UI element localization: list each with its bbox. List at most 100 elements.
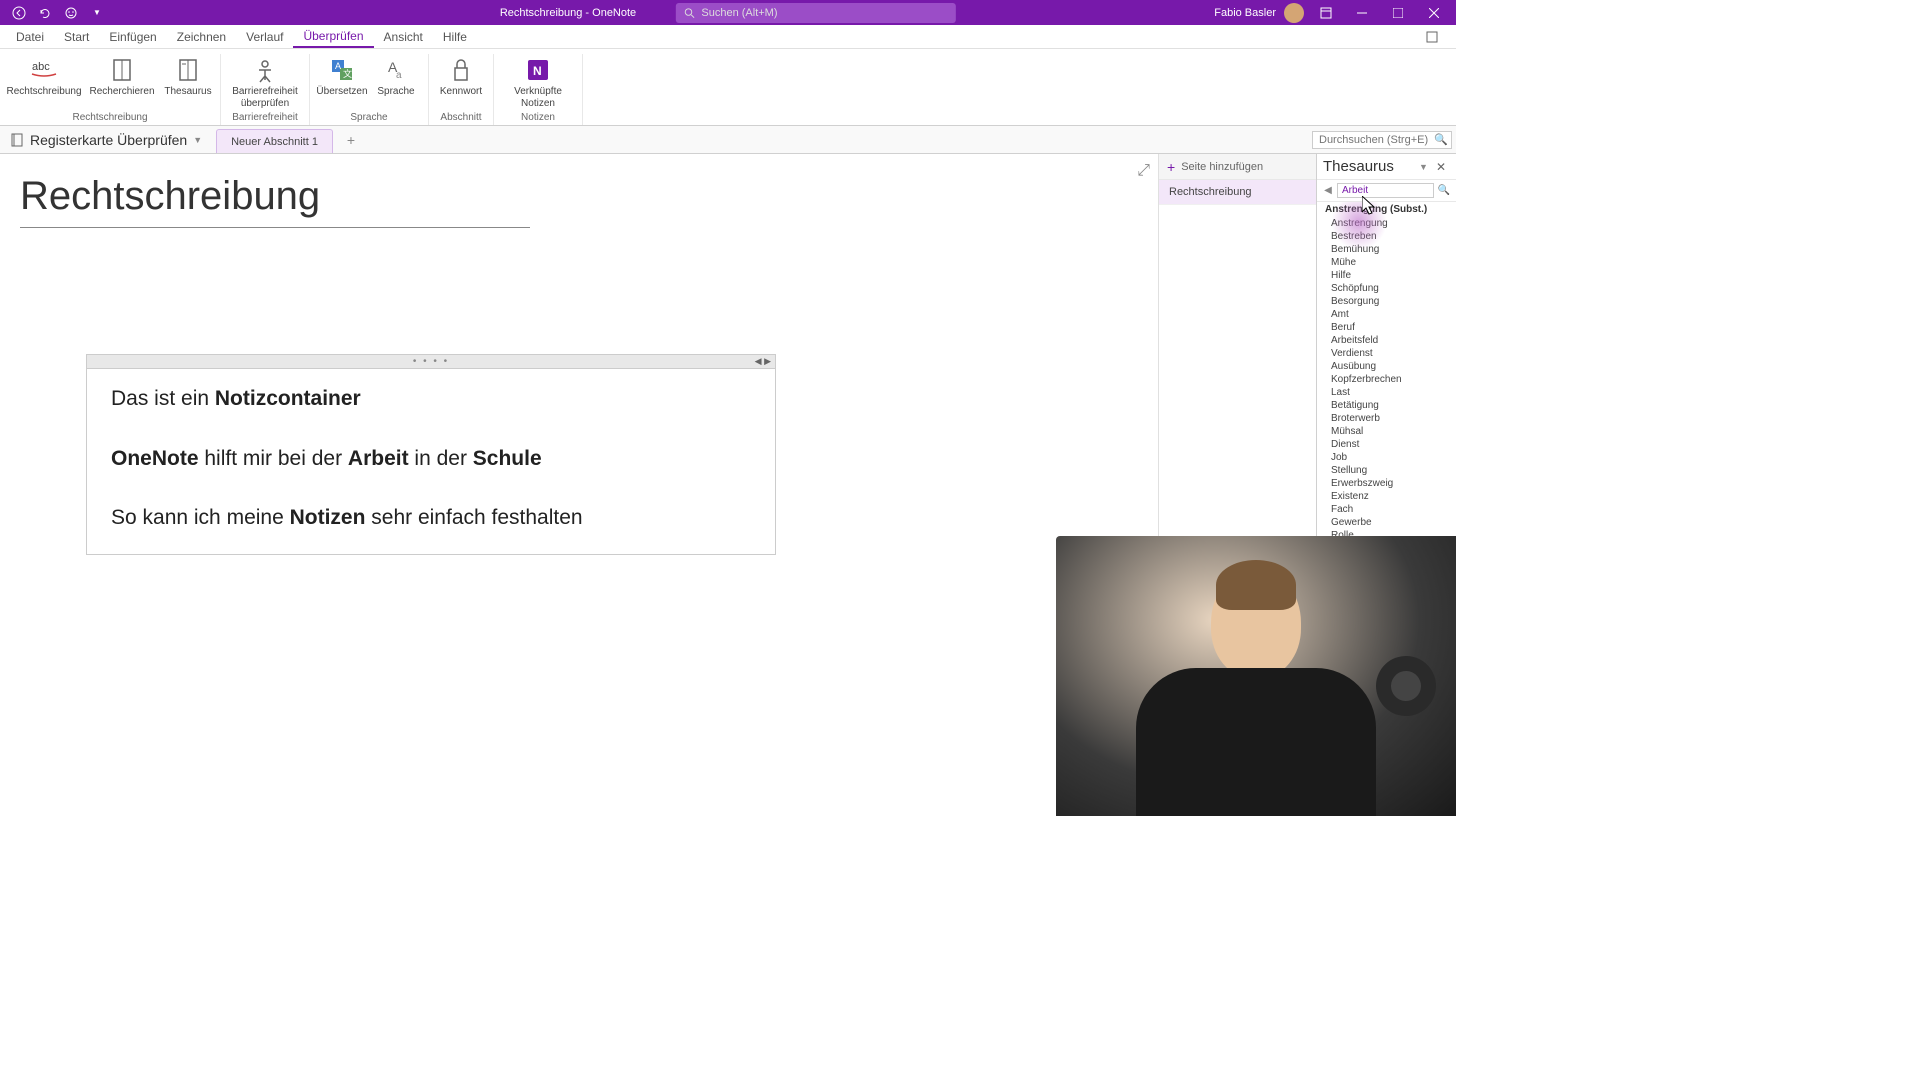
undo-icon[interactable] [38,6,52,20]
menubar-item-hilfe[interactable]: Hilfe [433,25,477,48]
pane-back-icon[interactable]: ◀ [1321,184,1335,198]
ribbon-button[interactable]: Kennwort [435,54,487,112]
canvas[interactable]: ⤢ Rechtschreibung • • • • ◀ ▶ Das ist ei… [0,154,1158,816]
lock-icon [447,56,475,84]
note-body[interactable]: Das ist ein Notizcontainer OneNote hilft… [87,369,775,554]
ribbon-group: NVerknüpfte NotizenNotizen [494,54,583,125]
thesaurus-item[interactable]: Broterwerb [1317,412,1456,425]
thesaurus-item[interactable]: Mühe [1317,256,1456,269]
ribbon-group-label: Barrierefreiheit [232,112,298,125]
avatar[interactable] [1284,3,1304,23]
abc-icon: abc [30,56,58,84]
svg-text:abc: abc [32,61,50,73]
fullscreen-icon[interactable] [1418,27,1446,47]
thesaurus-item[interactable]: Dienst [1317,438,1456,451]
add-section-button[interactable]: + [341,130,361,150]
dropdown-icon[interactable]: ▼ [90,6,104,20]
search-icon[interactable]: 🔍 [1434,133,1448,146]
resize-arrows-icon[interactable]: ◀ ▶ [755,356,771,367]
thesaurus-item[interactable]: Betätigung [1317,399,1456,412]
thesaurus-item[interactable]: Schöpfung [1317,282,1456,295]
ribbon-button[interactable]: Barrierefreiheit überprüfen [227,54,303,112]
thesaurus-item[interactable]: Amt [1317,308,1456,321]
ribbon: abcRechtschreibungRecherchierenThesaurus… [0,49,1456,126]
menubar-item-zeichnen[interactable]: Zeichnen [167,25,236,48]
menubar-item-ansicht[interactable]: Ansicht [374,25,433,48]
thesaurus-item[interactable]: Bemühung [1317,243,1456,256]
svg-text:N: N [533,64,542,78]
pane-close-icon[interactable]: ✕ [1432,160,1450,174]
page-list-item[interactable]: Rechtschreibung [1159,180,1316,205]
notebook-dropdown[interactable]: Registerkarte Überprüfen ▼ [0,132,212,148]
thesaurus-item[interactable]: Anstrengung [1317,217,1456,230]
back-icon[interactable] [12,6,26,20]
note-container[interactable]: • • • • ◀ ▶ Das ist ein Notizcontainer O… [86,354,776,555]
pane-options-icon[interactable]: ▼ [1415,162,1432,172]
nav-search[interactable]: 🔍 [1312,130,1452,149]
thesaurus-item[interactable]: Last [1317,386,1456,399]
section-tab[interactable]: Neuer Abschnitt 1 [216,129,333,153]
thesaurus-item[interactable]: Bestreben [1317,230,1456,243]
menubar-item-datei[interactable]: Datei [6,25,54,48]
menubar-item-einfügen[interactable]: Einfügen [99,25,166,48]
thesaurus-group-header[interactable]: Anstrengung (Subst.) [1317,202,1456,217]
thesaurus-item[interactable]: Gewerbe [1317,516,1456,529]
thesaurus-item[interactable]: Existenz [1317,490,1456,503]
ribbon-group-label: Abschnitt [440,112,481,125]
search-box[interactable] [676,3,956,23]
thesaurus-item[interactable]: Stellung [1317,464,1456,477]
user-name[interactable]: Fabio Basler [1214,7,1276,19]
close-icon[interactable] [1420,3,1448,23]
maximize-icon[interactable] [1384,3,1412,23]
page-title[interactable]: Rechtschreibung [20,174,1158,219]
thesaurus-search-icon[interactable]: 🔍 [1436,185,1452,196]
thesaurus-item[interactable]: Beruf [1317,321,1456,334]
pane-title: Thesaurus [1323,158,1415,175]
thesaurus-item[interactable]: Ausübung [1317,360,1456,373]
ribbon-group: Barrierefreiheit überprüfenBarrierefreih… [221,54,310,125]
ribbon-button[interactable]: Recherchieren [84,54,160,112]
menubar-item-start[interactable]: Start [54,25,99,48]
ribbon-group: A文ÜbersetzenAaSpracheSprache [310,54,429,125]
svg-text:A: A [335,61,341,71]
thesaurus-item[interactable]: Job [1317,451,1456,464]
thesaurus-search-input[interactable] [1337,183,1434,198]
ribbon-group: abcRechtschreibungRecherchierenThesaurus… [0,54,221,125]
ribbon-group-label: Notizen [521,112,555,125]
add-page-button[interactable]: + Seite hinzufügen [1159,154,1316,180]
ribbon-button[interactable]: abcRechtschreibung [6,54,82,112]
ribbon-button[interactable]: NVerknüpfte Notizen [500,54,576,112]
microphone-icon [1368,648,1445,725]
access-icon [251,56,279,84]
nav-search-input[interactable] [1312,131,1452,149]
thesaurus-item[interactable]: Arbeitsfeld [1317,334,1456,347]
thesaurus-item[interactable]: Hilfe [1317,269,1456,282]
ribbon-button[interactable]: AaSprache [370,54,422,112]
touch-icon[interactable] [64,6,78,20]
thesaurus-item[interactable]: Mühsal [1317,425,1456,438]
menubar: DateiStartEinfügenZeichnenVerlaufÜberprü… [0,25,1456,49]
ribbon-group: KennwortAbschnitt [429,54,494,125]
thesaurus-item[interactable]: Verdienst [1317,347,1456,360]
grip-icon[interactable]: • • • • [413,356,449,367]
thesaurus-item[interactable]: Besorgung [1317,295,1456,308]
ribbon-button[interactable]: Thesaurus [162,54,214,112]
title-underline [20,227,530,228]
menubar-item-überprüfen[interactable]: Überprüfen [293,25,373,48]
ribbon-mode-icon[interactable] [1312,3,1340,23]
titlebar: ▼ Rechtschreibung - OneNote Fabio Basler [0,0,1456,25]
ribbon-button[interactable]: A文Übersetzen [316,54,368,112]
expand-icon[interactable]: ⤢ [1137,162,1150,180]
search-input[interactable] [701,7,948,19]
svg-text:文: 文 [343,68,352,79]
menubar-item-verlauf[interactable]: Verlauf [236,25,293,48]
svg-text:a: a [396,70,402,81]
thesaurus-item[interactable]: Fach [1317,503,1456,516]
thesaurus-item[interactable]: Kopfzerbrechen [1317,373,1456,386]
thesaurus-item[interactable]: Erwerbszweig [1317,477,1456,490]
navbar: Registerkarte Überprüfen ▼ Neuer Abschni… [0,126,1456,154]
note-container-header[interactable]: • • • • ◀ ▶ [87,355,775,369]
plus-icon: + [1167,159,1175,175]
minimize-icon[interactable] [1348,3,1376,23]
book2-icon [174,56,202,84]
